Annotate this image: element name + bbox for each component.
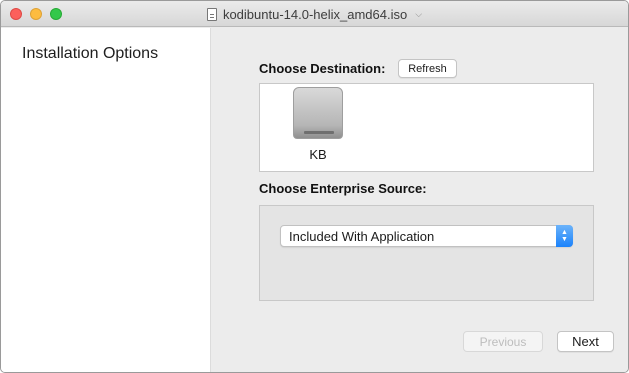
sidebar-title: Installation Options (22, 45, 159, 62)
drive-item[interactable]: KB (292, 87, 344, 163)
title-bar[interactable]: kodibuntu-14.0-helix_amd64.iso ⌵ (1, 1, 628, 27)
refresh-button[interactable]: Refresh (398, 59, 457, 78)
destination-list: KB (259, 83, 594, 172)
enterprise-source-panel: Included With Application ▲ ▼ (259, 205, 594, 301)
drive-slot (304, 131, 334, 134)
document-icon (206, 7, 217, 21)
choose-destination-label: Choose Destination: (259, 61, 386, 76)
enterprise-source-select[interactable]: Included With Application ▲ ▼ (280, 225, 573, 247)
previous-button[interactable]: Previous (463, 331, 543, 352)
choose-enterprise-source-label: Choose Enterprise Source: (259, 181, 427, 196)
main-content: Choose Destination: Refresh KB Choose En… (212, 28, 628, 372)
sidebar: Installation Options (1, 28, 211, 372)
window-title-group: kodibuntu-14.0-helix_amd64.iso ⌵ (1, 1, 628, 27)
enterprise-source-value: Included With Application (289, 229, 435, 244)
window-title: kodibuntu-14.0-helix_amd64.iso (222, 6, 408, 22)
select-stepper-icon[interactable]: ▲ ▼ (556, 225, 573, 247)
chevron-down-icon: ▼ (561, 236, 568, 243)
chevron-down-icon[interactable]: ⌵ (415, 9, 422, 20)
next-button[interactable]: Next (557, 331, 614, 352)
installer-window: kodibuntu-14.0-helix_amd64.iso ⌵ Install… (0, 0, 629, 373)
drive-label: KB (309, 147, 327, 162)
hard-drive-icon (293, 87, 343, 139)
chevron-up-icon: ▲ (561, 229, 568, 236)
